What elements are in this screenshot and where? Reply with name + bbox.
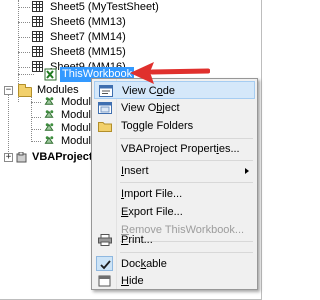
- menu-item-label: Insert: [121, 165, 149, 177]
- menu-item-label: View Object: [121, 102, 180, 114]
- module-icon: [44, 136, 54, 144]
- tree-node-label: Sheet5 (MyTestSheet): [50, 1, 159, 13]
- menu-item-print-shown[interactable]: Print...: [94, 231, 255, 249]
- tree-line: [31, 117, 41, 118]
- tree-line: [31, 102, 41, 103]
- tree-line: [18, 7, 30, 8]
- menu-item-label: Print...: [121, 234, 153, 246]
- tree-node-label: Sheet8 (MM15): [50, 46, 126, 58]
- tree-line: [18, 52, 30, 53]
- tree-line: [18, 37, 30, 38]
- view-object-icon: [98, 102, 112, 114]
- worksheet-icon: [32, 31, 43, 42]
- menu-item-vbaproject-properties[interactable]: VBAProject Properties...: [94, 140, 255, 158]
- collapse-toggle-icon[interactable]: −: [4, 86, 13, 95]
- menu-item-insert[interactable]: Insert: [94, 162, 255, 180]
- worksheet-icon: [32, 46, 43, 57]
- checkmark-icon: [100, 260, 111, 270]
- menu-separator: [120, 182, 253, 183]
- context-menu: View Code View Object Toggle Folders VBA…: [91, 78, 258, 290]
- worksheet-icon: [32, 61, 43, 72]
- workbook-icon: [44, 68, 57, 81]
- hide-icon: [98, 275, 111, 287]
- menu-item-label: Hide: [121, 275, 144, 287]
- folder-icon: [98, 122, 112, 132]
- folder-icon: [18, 84, 32, 97]
- view-code-icon: [99, 85, 113, 97]
- menu-item-label: VBAProject Properties...: [121, 143, 240, 155]
- tree-line: [31, 129, 41, 130]
- menu-item-dockable[interactable]: Dockable: [94, 255, 255, 273]
- module-icon: [44, 123, 54, 131]
- menu-item-export-file[interactable]: Export File...: [94, 203, 255, 221]
- menu-item-label: Dockable: [121, 258, 167, 270]
- vba-project-icon: [16, 152, 27, 163]
- worksheet-icon: [32, 16, 43, 27]
- menu-item-hide[interactable]: Hide: [94, 272, 255, 290]
- worksheet-icon: [32, 1, 43, 12]
- menu-item-label: Import File...: [121, 188, 183, 200]
- menu-separator: [120, 160, 253, 161]
- tree-node-label: VBAProject (: [32, 151, 100, 163]
- expand-toggle-icon[interactable]: +: [4, 153, 13, 162]
- menu-separator: [120, 138, 253, 139]
- tree-line: [8, 90, 9, 158]
- printer-icon: [98, 234, 112, 246]
- tree-node-label: Sheet6 (MM13): [50, 16, 126, 28]
- module-icon: [44, 97, 54, 105]
- menu-item-label: Toggle Folders: [121, 120, 194, 132]
- tree-node-label: Sheet7 (MM14): [50, 31, 126, 43]
- menu-item-view-object[interactable]: View Object: [94, 99, 255, 117]
- module-icon: [44, 110, 54, 118]
- menu-item-toggle-folders[interactable]: Toggle Folders: [94, 117, 255, 135]
- submenu-arrow-icon: [245, 168, 249, 174]
- tree-line: [18, 67, 30, 68]
- menu-item-label: Export File...: [121, 206, 183, 218]
- menu-separator: [120, 252, 253, 253]
- tree-line: [18, 74, 34, 75]
- annotation-arrow-icon: [130, 62, 210, 84]
- tree-line: [31, 141, 41, 142]
- menu-item-import-file[interactable]: Import File...: [94, 185, 255, 203]
- tree-line: [18, 22, 30, 23]
